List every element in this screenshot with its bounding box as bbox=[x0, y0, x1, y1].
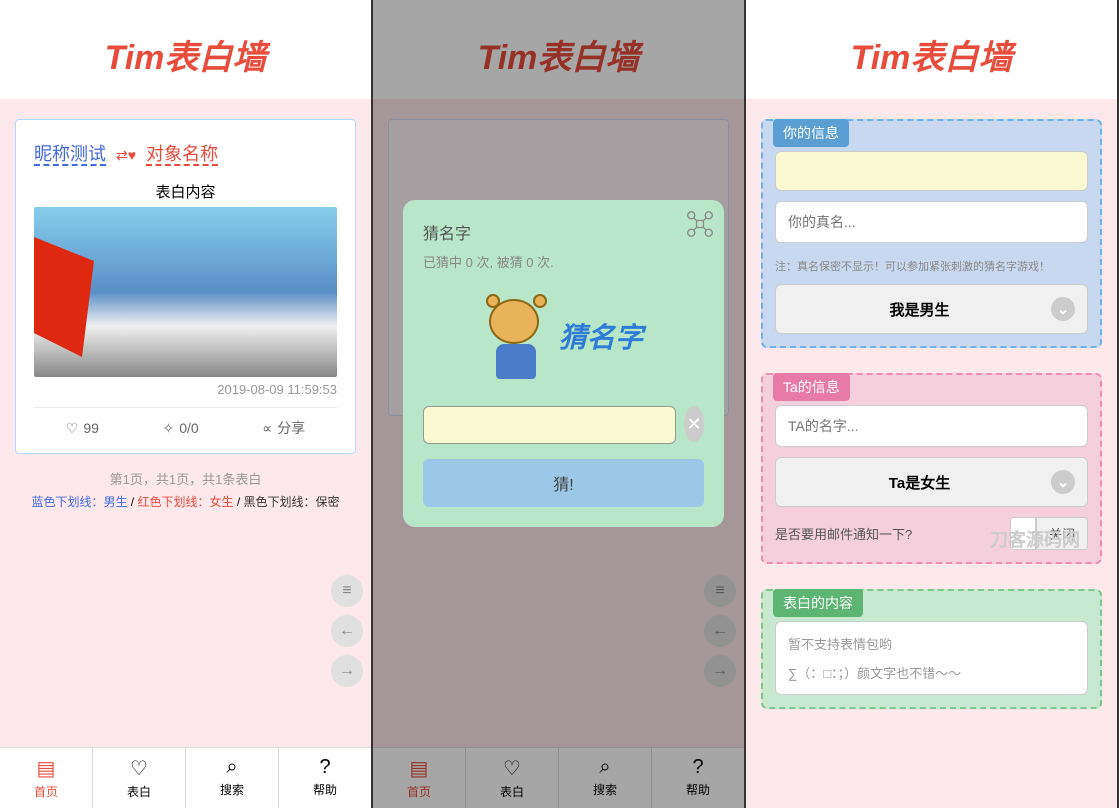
heart-outline-icon: ♡ bbox=[66, 420, 79, 437]
header: Tim表白墙 bbox=[746, 0, 1117, 99]
header: Tim表白墙 bbox=[0, 0, 371, 99]
close-button[interactable] bbox=[686, 210, 714, 243]
confession-card: 昵称测试 ⇄♥ 对象名称 表白内容 2019-08-09 11:59:53 ♡9… bbox=[15, 119, 356, 454]
like-button[interactable]: ♡99 bbox=[66, 418, 99, 438]
ta-info-section: Ta的信息 Ta是女生 ⌄ 是否要用邮件通知一下? 关闭 刀客源码网 bbox=[761, 373, 1102, 564]
your-info-section: 你的信息 注：真名保密不显示！可以参加紧张刺激的猜名字游戏！ 我是男生 ⌄ bbox=[761, 119, 1102, 348]
popup-logo-text: 猜名字 bbox=[559, 316, 643, 356]
gender-self-select[interactable]: 我是男生 ⌄ bbox=[775, 284, 1088, 334]
content-textarea[interactable]: 暂不支持表情包哟 ∑（：□：；）颜文字也不错～～ bbox=[775, 621, 1088, 695]
panel-guess: Tim表白墙 蓝色下划线：男生 / 红色下划线：女生 / 黑色下划线：保密 ≡ … bbox=[373, 0, 746, 808]
chevron-down-icon: ⌄ bbox=[1051, 470, 1075, 494]
comment-button[interactable]: ✧0/0 bbox=[162, 418, 198, 438]
back-float-button[interactable]: ← bbox=[331, 615, 363, 647]
guess-button[interactable]: 猜! bbox=[423, 459, 704, 507]
drone-close-icon bbox=[686, 210, 714, 238]
chevron-down-icon: ⌄ bbox=[1051, 297, 1075, 321]
panel-form: Tim表白墙 你的信息 注：真名保密不显示！可以参加紧张刺激的猜名字游戏！ 我是… bbox=[746, 0, 1119, 808]
clear-button[interactable]: ✕ bbox=[684, 406, 704, 442]
list-icon: ▤ bbox=[0, 756, 92, 781]
color-legend: 蓝色下划线：男生 / 红色下划线：女生 / 黑色下划线：保密 bbox=[15, 493, 356, 510]
pagination-info: 第1页，共1页，共1条表白 bbox=[15, 469, 356, 488]
guess-popup: 猜名字 已猜中 0 次, 被猜 0 次. 猜名字 ⌕ ✕ 猜! bbox=[403, 200, 724, 527]
help-icon: ? bbox=[279, 756, 371, 779]
watermark: 刀客源码网 bbox=[990, 526, 1080, 552]
popup-title: 猜名字 bbox=[423, 220, 704, 244]
bear-icon bbox=[484, 294, 549, 379]
action-bar: ♡99 ✧0/0 ∝分享 bbox=[34, 407, 337, 438]
content-section: 表白的内容 暂不支持表情包哟 ∑（：□：；）颜文字也不错～～ bbox=[761, 589, 1102, 709]
names-row: 昵称测试 ⇄♥ 对象名称 bbox=[34, 140, 337, 166]
post-image[interactable] bbox=[34, 207, 337, 377]
section-title: Ta的信息 bbox=[773, 373, 850, 401]
guess-input[interactable] bbox=[423, 406, 676, 444]
timestamp: 2019-08-09 11:59:53 bbox=[34, 382, 337, 397]
nav-help[interactable]: ?帮助 bbox=[279, 748, 371, 808]
app-title: Tim表白墙 bbox=[0, 30, 371, 79]
app-title: Tim表白墙 bbox=[746, 30, 1117, 79]
nav-confess[interactable]: ♡表白 bbox=[93, 748, 186, 808]
section-title: 表白的内容 bbox=[773, 589, 863, 617]
search-icon: ⌕ bbox=[186, 756, 278, 779]
gender-ta-select[interactable]: Ta是女生 ⌄ bbox=[775, 457, 1088, 507]
content-label: 表白内容 bbox=[34, 181, 337, 202]
realname-input[interactable] bbox=[775, 201, 1088, 243]
popup-illustration: 猜名字 bbox=[464, 286, 664, 386]
nav-home[interactable]: ▤首页 bbox=[0, 748, 93, 808]
share-icon: ∝ bbox=[262, 420, 272, 437]
share-button[interactable]: ∝分享 bbox=[262, 418, 305, 438]
bottom-nav: ▤首页 ♡表白 ⌕搜索 ?帮助 bbox=[0, 747, 371, 808]
name-to[interactable]: 对象名称 bbox=[146, 144, 218, 166]
section-title: 你的信息 bbox=[773, 119, 849, 147]
float-buttons: ≡ ← → bbox=[331, 575, 363, 687]
menu-float-button[interactable]: ≡ bbox=[331, 575, 363, 607]
heart-icon: ⇄♥ bbox=[116, 147, 136, 163]
popup-stats: 已猜中 0 次, 被猜 0 次. bbox=[423, 252, 704, 271]
heart-icon: ♡ bbox=[93, 756, 185, 781]
content-area: 你的信息 注：真名保密不显示！可以参加紧张刺激的猜名字游戏！ 我是男生 ⌄ Ta… bbox=[746, 99, 1117, 808]
puzzle-icon: ✧ bbox=[162, 420, 174, 437]
search-input-wrapper: ⌕ bbox=[423, 406, 676, 444]
popup-input-row: ⌕ ✕ bbox=[423, 406, 704, 444]
ta-name-input[interactable] bbox=[775, 405, 1088, 447]
content-area: 昵称测试 ⇄♥ 对象名称 表白内容 2019-08-09 11:59:53 ♡9… bbox=[0, 99, 371, 747]
realname-hint: 注：真名保密不显示！可以参加紧张刺激的猜名字游戏！ bbox=[775, 258, 1088, 274]
forward-float-button[interactable]: → bbox=[331, 655, 363, 687]
nickname-input[interactable] bbox=[775, 151, 1088, 191]
name-from[interactable]: 昵称测试 bbox=[34, 144, 106, 166]
flag-graphic bbox=[34, 237, 94, 357]
nav-search[interactable]: ⌕搜索 bbox=[186, 748, 279, 808]
panel-home: Tim表白墙 昵称测试 ⇄♥ 对象名称 表白内容 2019-08-09 11:5… bbox=[0, 0, 373, 808]
email-question: 是否要用邮件通知一下? bbox=[775, 524, 912, 543]
